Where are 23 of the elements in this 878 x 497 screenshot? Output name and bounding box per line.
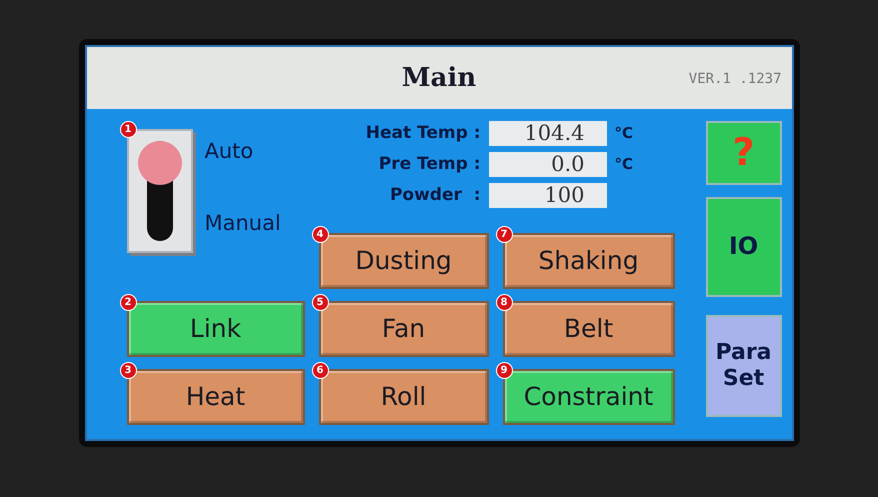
unit-label: °C — [614, 155, 634, 173]
reading-label: Powder : — [388, 185, 480, 205]
unit-label: °C — [614, 124, 634, 142]
reading-label: Pre Temp : — [378, 154, 480, 174]
number-badge: 6 — [312, 362, 328, 378]
io-button[interactable]: IO — [706, 196, 782, 296]
number-badge: 7 — [496, 226, 512, 242]
number-badge: 5 — [312, 294, 328, 310]
mode-label: Auto — [204, 138, 254, 162]
number-badge: 2 — [120, 294, 136, 310]
number-badge: 4 — [312, 226, 328, 242]
reading-value: 0.0 — [488, 152, 606, 176]
screen-title: Main — [402, 62, 476, 92]
number-badge: 1 — [120, 120, 136, 138]
reading-value: 100 — [488, 182, 606, 208]
version-text: VER.1 .1237 — [688, 70, 782, 86]
number-badge: 3 — [120, 362, 136, 378]
number-badge: 9 — [496, 362, 512, 378]
reading-value: 104.4 — [488, 120, 606, 146]
mode-label: Manual — [204, 210, 281, 234]
reading-label: Heat Temp : — [364, 123, 480, 143]
settings-button[interactable]: Para Set — [706, 314, 782, 416]
number-badge: 8 — [496, 294, 512, 310]
